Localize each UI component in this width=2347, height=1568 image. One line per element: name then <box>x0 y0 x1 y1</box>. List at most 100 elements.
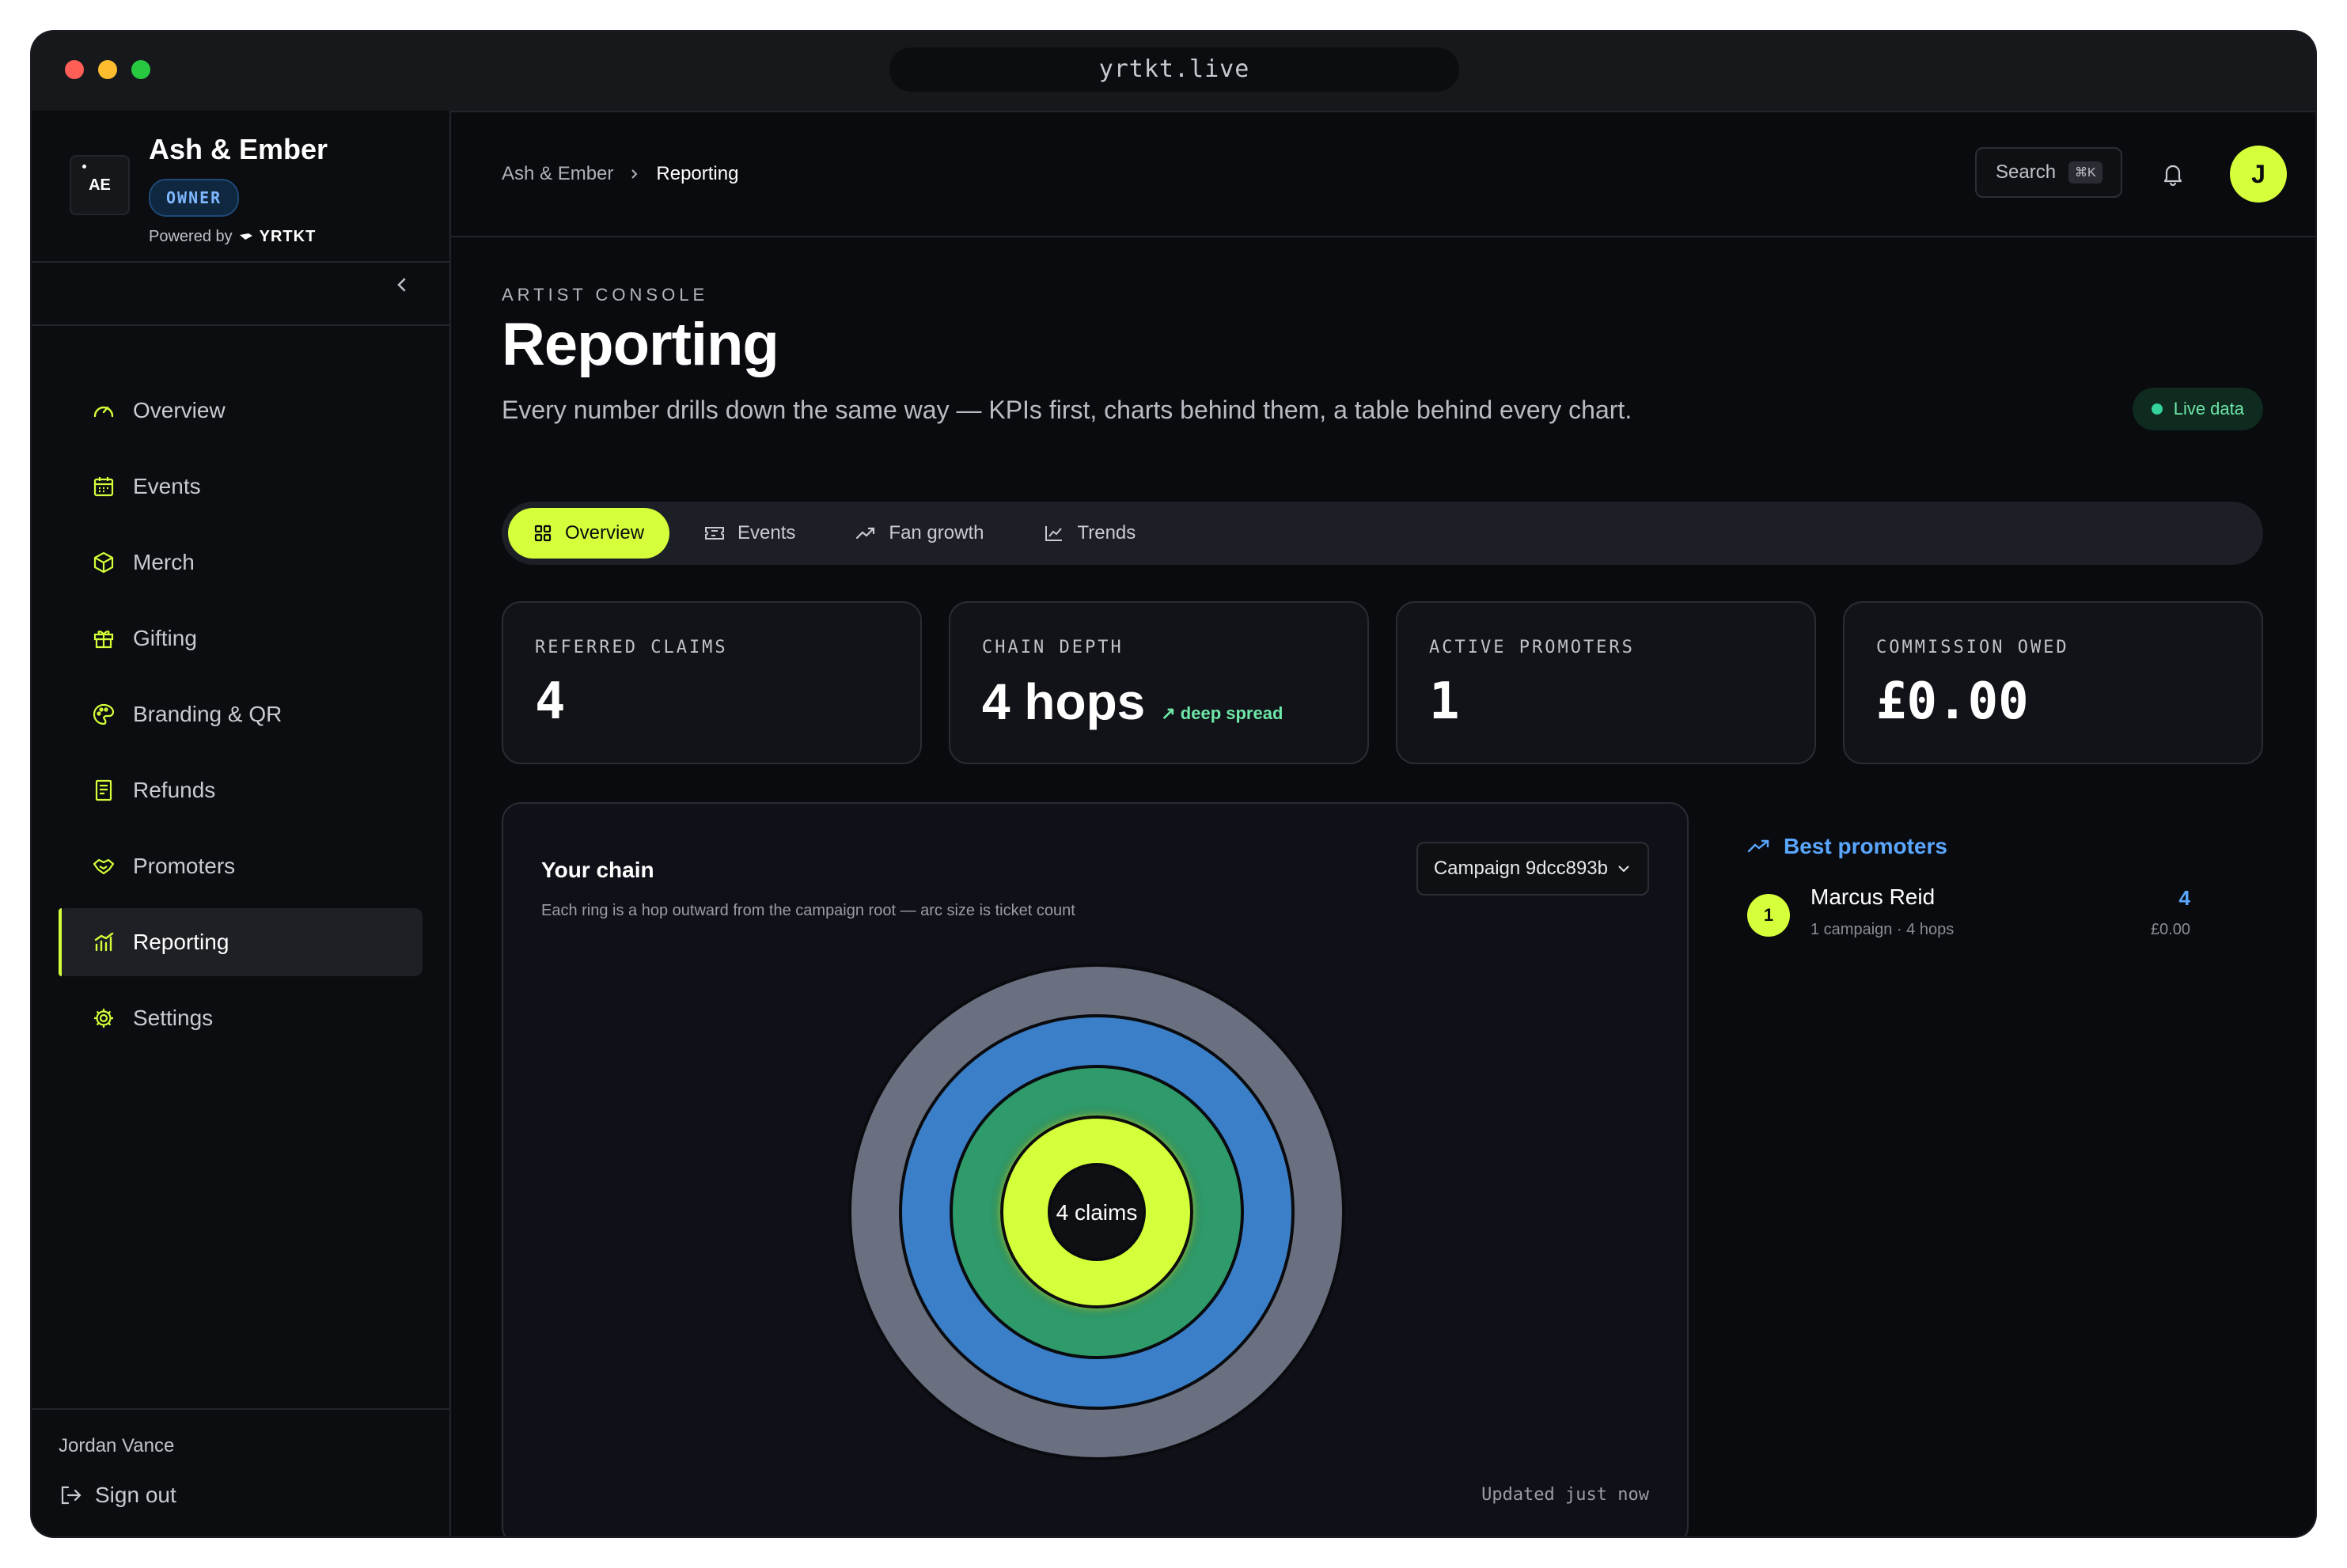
kpi-value: 4 hops <box>982 673 1146 730</box>
sidebar-item-merch[interactable]: Merch <box>59 528 423 597</box>
breadcrumb-current: Reporting <box>656 163 739 184</box>
handshake-icon <box>90 853 117 880</box>
kpi-label: COMMISSION OWED <box>1876 638 2069 657</box>
sidebar-divider <box>32 1408 449 1410</box>
chain-sunburst-chart: 4 claims <box>848 964 1345 1460</box>
titlebar: yrtkt.live <box>32 32 2315 112</box>
promoter-name: Marcus Reid <box>1810 884 1936 909</box>
chart-subtitle: Each ring is a hop outward from the camp… <box>541 902 1075 919</box>
promoter-amount: £0.00 <box>2150 921 2190 938</box>
bell-icon[interactable] <box>2160 161 2186 187</box>
chevron-right-icon <box>631 169 638 179</box>
chain-center-label: 4 claims <box>1056 1200 1138 1225</box>
best-promoters-title: Best promoters <box>1747 834 1947 859</box>
tab-trends[interactable]: Trends <box>1018 508 1161 559</box>
bar-chart-icon <box>90 929 117 956</box>
sidebar-item-overview[interactable]: Overview <box>59 377 423 445</box>
trend-tag: ↗ deep spread <box>1161 703 1283 723</box>
trending-up-icon <box>1747 839 1769 853</box>
box-icon <box>90 549 117 576</box>
maximize-window-button[interactable] <box>131 60 150 79</box>
sidebar-item-label: Gifting <box>133 626 197 650</box>
chain-chart-card: Your chain Each ring is a hop outward fr… <box>502 802 1689 1536</box>
receipt-icon <box>90 777 117 804</box>
calendar-icon <box>90 473 117 500</box>
page-eyebrow: ARTIST CONSOLE <box>502 285 709 305</box>
sidebar-item-branding-qr[interactable]: Branding & QR <box>59 680 423 748</box>
page-subtitle: Every number drills down the same way — … <box>502 396 1632 424</box>
chevron-down-icon <box>1618 865 1629 873</box>
tab-fan-growth[interactable]: Fan growth <box>830 508 1009 559</box>
sidebar-item-label: Settings <box>133 1006 214 1030</box>
breadcrumb-link[interactable]: Ash & Ember <box>502 163 613 185</box>
powered-by: Powered by YRTKT <box>149 228 317 245</box>
kpi-value-group: 4 hops ↗ deep spread <box>982 672 1283 731</box>
updated-label: Updated just now <box>1481 1485 1649 1505</box>
sign-out-button[interactable]: Sign out <box>59 1483 176 1508</box>
promoter-row[interactable]: 1 Marcus Reid 1 campaign · 4 hops 4 £0.0… <box>1747 883 2222 946</box>
kpi-value: £0.00 <box>1876 672 2029 731</box>
close-window-button[interactable] <box>65 60 84 79</box>
sidebar-item-promoters[interactable]: Promoters <box>59 832 423 900</box>
breadcrumb: Ash & Ember Reporting <box>502 163 738 185</box>
sidebar-item-refunds[interactable]: Refunds <box>59 756 423 824</box>
ticket-icon <box>705 527 725 540</box>
sign-out-icon <box>61 1486 82 1505</box>
gift-icon <box>90 625 117 652</box>
sidebar-item-label: Overview <box>133 398 226 422</box>
user-name: Jordan Vance <box>59 1435 175 1456</box>
kpi-label: REFERRED CLAIMS <box>535 638 728 657</box>
kpi-card-referred-claims[interactable]: REFERRED CLAIMS 4 <box>502 601 922 764</box>
rank-badge: 1 <box>1747 894 1790 937</box>
yrtkt-logo-icon <box>239 233 252 240</box>
tab-events[interactable]: Events <box>679 508 821 559</box>
gear-icon <box>90 1005 117 1032</box>
shortcut-badge: ⌘K <box>2068 161 2102 184</box>
topbar: Ash & Ember Reporting Search ⌘K J <box>451 111 2315 237</box>
gauge-icon <box>90 397 117 424</box>
sidebar-item-label: Refunds <box>133 778 216 802</box>
line-chart-icon <box>1045 526 1063 541</box>
kpi-card-commission-owed[interactable]: COMMISSION OWED £0.00 <box>1843 601 2263 764</box>
tab-bar: Overview Events Fan growth Trends <box>502 502 2263 565</box>
trending-up-icon <box>856 527 875 540</box>
sidebar-divider <box>32 324 449 326</box>
sidebar-item-events[interactable]: Events <box>59 453 423 521</box>
collapse-sidebar-icon[interactable] <box>391 274 413 296</box>
sidebar-item-label: Merch <box>133 550 195 574</box>
url-bar[interactable]: yrtkt.live <box>889 47 1459 92</box>
kpi-row: REFERRED CLAIMS 4 CHAIN DEPTH 4 hops ↗ d… <box>502 601 2263 764</box>
kpi-card-active-promoters[interactable]: ACTIVE PROMOTERS 1 <box>1396 601 1816 764</box>
search-button[interactable]: Search ⌘K <box>1975 147 2122 198</box>
promoter-meta: 1 campaign · 4 hops <box>1810 921 1955 938</box>
brand-logo: AE <box>70 155 130 215</box>
palette-icon <box>90 701 117 728</box>
main-content: Ash & Ember Reporting Search ⌘K J ARTIST… <box>451 111 2315 1536</box>
brand-name: Ash & Ember <box>149 133 328 165</box>
page-title: Reporting <box>502 311 779 378</box>
sidebar: AE Ash & Ember OWNER Powered by YRTKT Ov… <box>32 111 451 1536</box>
campaign-select[interactable]: Campaign 9dcc893b <box>1416 842 1649 896</box>
sidebar-divider <box>32 261 449 263</box>
tab-overview[interactable]: Overview <box>508 508 670 559</box>
sidebar-item-label: Promoters <box>133 854 236 878</box>
kpi-card-chain-depth[interactable]: CHAIN DEPTH 4 hops ↗ deep spread <box>949 601 1369 764</box>
sidebar-nav: Overview Events Merch Gifting Branding &… <box>59 377 423 1060</box>
kpi-value: 4 <box>535 672 566 731</box>
sidebar-item-settings[interactable]: Settings <box>59 984 423 1052</box>
kpi-value: 1 <box>1429 672 1460 731</box>
minimize-window-button[interactable] <box>98 60 117 79</box>
role-badge: OWNER <box>149 179 240 217</box>
live-data-badge: Live data <box>2132 388 2263 430</box>
sidebar-item-label: Branding & QR <box>133 702 282 726</box>
sidebar-item-gifting[interactable]: Gifting <box>59 604 423 672</box>
promoter-count: 4 <box>2178 886 2190 910</box>
grid-icon <box>534 525 552 542</box>
live-dot-icon <box>2151 403 2163 415</box>
kpi-label: CHAIN DEPTH <box>982 638 1124 657</box>
avatar[interactable]: J <box>2230 146 2287 203</box>
sidebar-item-label: Events <box>133 474 201 498</box>
kpi-label: ACTIVE PROMOTERS <box>1429 638 1635 657</box>
sidebar-item-reporting[interactable]: Reporting <box>59 908 423 976</box>
browser-window: yrtkt.live AE Ash & Ember OWNER Powered … <box>32 32 2315 1536</box>
